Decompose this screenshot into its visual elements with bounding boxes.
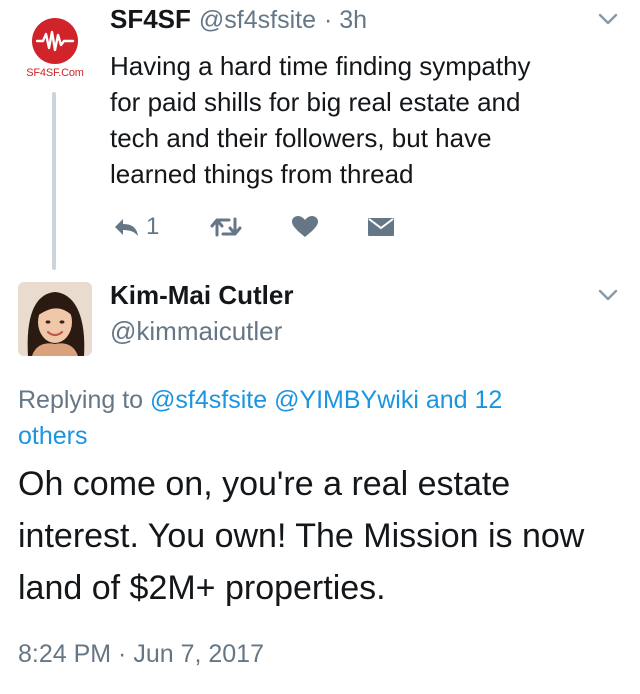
like-button[interactable] [291, 215, 319, 239]
tweet1-display-name[interactable]: SF4SF [110, 4, 191, 35]
sf4sf-logo-icon [32, 18, 78, 64]
chevron-down-icon[interactable] [597, 12, 619, 26]
others-link[interactable]: and 12 [426, 386, 502, 414]
tweet1-text-line: tech and their followers, but have [110, 123, 492, 153]
reply-button[interactable]: 1 [112, 213, 159, 241]
tweet1-text-line: learned things from thread [110, 159, 414, 189]
thread-connector-line [52, 92, 56, 270]
tweet2-text-line: land of $2M+ properties. [18, 569, 386, 607]
retweet-button[interactable] [209, 215, 243, 239]
mention-link[interactable]: @YIMBYwiki [274, 386, 419, 414]
tweet2-text-line: Oh come on, you're a real estate [18, 465, 511, 503]
direct-message-button[interactable] [367, 216, 395, 238]
sf4sf-avatar[interactable]: SF4SF.Com [18, 18, 92, 80]
mention-link[interactable]: @sf4sfsite [150, 386, 267, 414]
tweet2-display-name[interactable]: Kim-Mai Cutler [110, 280, 293, 311]
kimmai-avatar[interactable] [18, 282, 92, 356]
reply-count: 1 [146, 213, 160, 240]
tweet1-text-line: for paid shills for big real estate and [110, 87, 521, 117]
chevron-down-icon[interactable] [597, 288, 619, 302]
heart-icon [291, 215, 319, 239]
tweet1-handle[interactable]: @sf4sfsite [199, 6, 316, 35]
reply-icon [112, 215, 140, 239]
tweet2-text: Oh come on, you're a real estate interes… [18, 458, 628, 614]
tweet2-text-line: interest. You own! The Mission is now [18, 517, 585, 555]
sf4sf-logo-text: SF4SF.Com [26, 67, 84, 79]
tweet1-time[interactable]: · 3h [324, 6, 367, 35]
tweet2-handle[interactable]: @kimmaicutler [110, 316, 282, 347]
retweet-icon [209, 215, 243, 239]
tweet1-header: SF4SF @sf4sfsite · 3h [110, 4, 367, 40]
dm-envelope-icon [367, 216, 395, 238]
tweet1-action-bar: 1 [112, 210, 395, 244]
profile-photo [18, 282, 92, 356]
replying-prefix: Replying to [18, 386, 144, 414]
replying-to-line: Replying to @sf4sfsite @YIMBYwiki and 12… [18, 382, 618, 454]
tweet2-timestamp[interactable]: 8:24 PM · Jun 7, 2017 [18, 640, 264, 669]
conversation-view: SF4SF.Com SF4SF @sf4sfsite · 3h Having a… [0, 0, 640, 694]
others-link[interactable]: others [18, 422, 87, 450]
tweet1-text: Having a hard time finding sympathy for … [110, 48, 610, 192]
tweet1-text-line: Having a hard time finding sympathy [110, 51, 531, 81]
